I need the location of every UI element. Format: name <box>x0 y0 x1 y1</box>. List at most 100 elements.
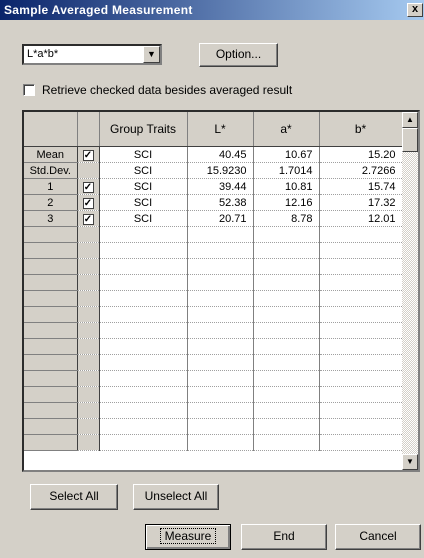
chevron-down-icon[interactable]: ▼ <box>143 46 160 63</box>
l-star-cell[interactable]: 15.9230 <box>187 162 254 179</box>
empty-cell[interactable] <box>319 306 403 323</box>
row-checkbox-cell[interactable] <box>77 274 100 291</box>
empty-row[interactable] <box>24 434 403 451</box>
empty-cell[interactable] <box>253 306 320 323</box>
empty-cell[interactable] <box>99 226 188 243</box>
empty-cell[interactable] <box>187 306 254 323</box>
group-traits-cell[interactable]: SCI <box>99 178 188 195</box>
table-row[interactable]: Std.Dev. SCI 15.9230 1.7014 2.7266 <box>24 162 403 179</box>
row-header[interactable] <box>24 402 78 419</box>
row-checkbox-cell[interactable] <box>77 306 100 323</box>
empty-cell[interactable] <box>99 306 188 323</box>
check-icon[interactable]: ✓ <box>82 181 94 193</box>
arrow-down-icon[interactable]: ▼ <box>402 454 418 470</box>
empty-cell[interactable] <box>253 226 320 243</box>
empty-cell[interactable] <box>319 290 403 307</box>
l-star-cell[interactable]: 39.44 <box>187 178 254 195</box>
group-traits-cell[interactable]: SCI <box>99 194 188 211</box>
check-icon[interactable]: ✓ <box>82 213 94 225</box>
arrow-up-icon[interactable]: ▲ <box>402 112 418 128</box>
row-header[interactable] <box>24 386 78 403</box>
row-checkbox-cell[interactable]: ✓ <box>77 194 100 211</box>
row-checkbox-cell[interactable] <box>77 290 100 307</box>
empty-cell[interactable] <box>319 418 403 435</box>
column-header[interactable]: Group Traits <box>99 112 188 147</box>
row-header[interactable]: Mean <box>24 146 78 163</box>
empty-cell[interactable] <box>253 402 320 419</box>
empty-row[interactable] <box>24 418 403 435</box>
retrieve-checkbox[interactable] <box>23 84 35 96</box>
empty-row[interactable] <box>24 274 403 291</box>
row-checkbox-cell[interactable] <box>77 162 100 179</box>
vertical-scrollbar[interactable]: ▲ ▼ <box>402 112 418 470</box>
empty-cell[interactable] <box>187 402 254 419</box>
empty-cell[interactable] <box>253 338 320 355</box>
column-header[interactable] <box>24 112 78 147</box>
empty-cell[interactable] <box>187 290 254 307</box>
empty-cell[interactable] <box>99 386 188 403</box>
title-bar[interactable]: Sample Averaged Measurement x <box>0 0 424 20</box>
row-checkbox-cell[interactable] <box>77 338 100 355</box>
row-header[interactable] <box>24 418 78 435</box>
b-star-cell[interactable]: 17.32 <box>319 194 403 211</box>
b-star-cell[interactable]: 15.74 <box>319 178 403 195</box>
table-row[interactable]: 2 ✓ SCI 52.38 12.16 17.32 <box>24 194 403 211</box>
empty-cell[interactable] <box>253 322 320 339</box>
row-header[interactable] <box>24 226 78 243</box>
empty-cell[interactable] <box>99 338 188 355</box>
l-star-cell[interactable]: 52.38 <box>187 194 254 211</box>
empty-cell[interactable] <box>253 386 320 403</box>
a-star-cell[interactable]: 12.16 <box>253 194 320 211</box>
row-header[interactable] <box>24 290 78 307</box>
row-header[interactable] <box>24 258 78 275</box>
empty-row[interactable] <box>24 306 403 323</box>
empty-row[interactable] <box>24 386 403 403</box>
row-header[interactable] <box>24 370 78 387</box>
table-row[interactable]: 1 ✓ SCI 39.44 10.81 15.74 <box>24 178 403 195</box>
group-traits-cell[interactable]: SCI <box>99 146 188 163</box>
empty-cell[interactable] <box>187 370 254 387</box>
empty-cell[interactable] <box>187 258 254 275</box>
scroll-thumb[interactable] <box>402 128 418 152</box>
empty-cell[interactable] <box>187 322 254 339</box>
empty-cell[interactable] <box>253 242 320 259</box>
row-header[interactable] <box>24 322 78 339</box>
empty-cell[interactable] <box>319 386 403 403</box>
column-header[interactable]: b* <box>319 112 403 147</box>
empty-cell[interactable] <box>99 402 188 419</box>
option-button[interactable]: Option... <box>199 43 278 67</box>
a-star-cell[interactable]: 10.81 <box>253 178 320 195</box>
empty-cell[interactable] <box>319 258 403 275</box>
row-checkbox-cell[interactable] <box>77 226 100 243</box>
empty-cell[interactable] <box>187 226 254 243</box>
a-star-cell[interactable]: 10.67 <box>253 146 320 163</box>
empty-cell[interactable] <box>99 290 188 307</box>
b-star-cell[interactable]: 15.20 <box>319 146 403 163</box>
column-header[interactable] <box>77 112 100 147</box>
empty-row[interactable] <box>24 258 403 275</box>
row-header[interactable]: 2 <box>24 194 78 211</box>
empty-cell[interactable] <box>187 386 254 403</box>
empty-row[interactable] <box>24 370 403 387</box>
empty-cell[interactable] <box>99 242 188 259</box>
row-header[interactable] <box>24 338 78 355</box>
a-star-cell[interactable]: 1.7014 <box>253 162 320 179</box>
empty-cell[interactable] <box>187 338 254 355</box>
row-header[interactable]: 3 <box>24 210 78 227</box>
cancel-button[interactable]: Cancel <box>335 524 421 550</box>
empty-cell[interactable] <box>253 258 320 275</box>
row-checkbox-cell[interactable]: ✓ <box>77 146 100 163</box>
b-star-cell[interactable]: 2.7266 <box>319 162 403 179</box>
l-star-cell[interactable]: 40.45 <box>187 146 254 163</box>
empty-cell[interactable] <box>253 370 320 387</box>
l-star-cell[interactable]: 20.71 <box>187 210 254 227</box>
empty-cell[interactable] <box>99 258 188 275</box>
close-button[interactable]: x <box>407 3 423 17</box>
empty-cell[interactable] <box>319 322 403 339</box>
empty-row[interactable] <box>24 322 403 339</box>
measure-button[interactable]: Measure <box>145 524 231 550</box>
empty-cell[interactable] <box>187 434 254 451</box>
empty-cell[interactable] <box>99 434 188 451</box>
empty-cell[interactable] <box>319 242 403 259</box>
empty-cell[interactable] <box>99 354 188 371</box>
